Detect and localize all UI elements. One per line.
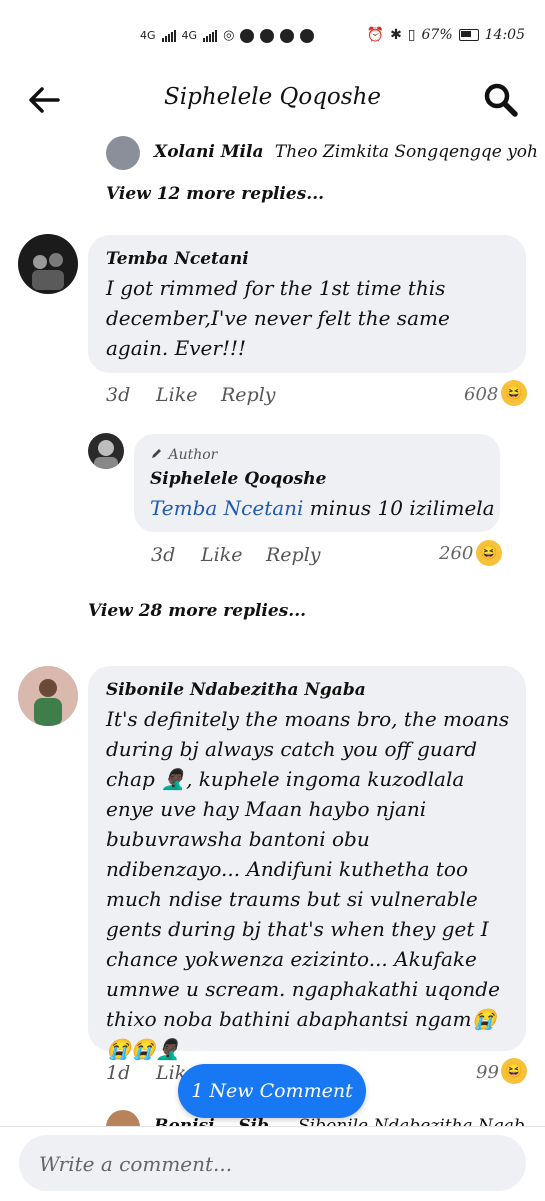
comment-text: It's definitely the moans bro, the moans… [106, 707, 510, 1061]
avatar[interactable] [88, 433, 124, 469]
avatar-photo [32, 253, 64, 290]
pencil-icon [152, 449, 161, 458]
reply-preview-text: Xolani Mila Theo Zimkita Songqengqe yoh … [154, 142, 545, 162]
comment-composer[interactable] [19, 1135, 526, 1193]
comment-input[interactable] [37, 1135, 511, 1193]
reply-preview-row[interactable]: Xolani Mila Theo Zimkita Songqengqe yoh … [104, 134, 545, 170]
avatar-photo [18, 666, 78, 726]
app-header: Siphelele Qoqoshe [0, 70, 545, 130]
reply-text-body: minus 10 izilimela [303, 496, 495, 520]
reply-preview-author: Xolani Mila [154, 142, 264, 162]
status-right-icons: ⏰ ✱ ▯ 67% 14:05 [367, 27, 525, 43]
like-button[interactable]: Like [156, 384, 197, 406]
author-badge: Author [150, 446, 217, 463]
signal-1-icon [161, 29, 176, 42]
bluetooth-icon: ✱ [390, 27, 402, 43]
whatsapp-icon [240, 28, 255, 43]
comment-composer-bar [0, 1126, 545, 1201]
reaction-count[interactable]: 608 [464, 384, 498, 405]
avatar [106, 136, 140, 170]
reply-preview-snippet: Theo Zimkita Songqengqe yoh ... [274, 142, 545, 162]
haha-reaction-icon: 😆 [501, 1058, 527, 1084]
reply-button[interactable]: Reply [221, 384, 276, 406]
hotspot-icon: ◎ [223, 28, 235, 43]
network-1-label: 4G [140, 29, 156, 42]
like-button[interactable]: Like [201, 544, 242, 566]
clock: 14:05 [484, 27, 525, 43]
signal-2-icon [203, 29, 218, 42]
phone-icon [300, 28, 315, 43]
reaction-count[interactable]: 99 [476, 1062, 499, 1083]
avatar[interactable] [18, 234, 78, 294]
comment-text: I got rimmed for the 1st time this decem… [106, 276, 450, 360]
reply-button[interactable]: Reply [266, 544, 321, 566]
status-bar: 4G 4G ◎ ⏰ ✱ ▯ 67% 14:05 [0, 0, 545, 70]
comment-author[interactable]: Temba Ncetani [106, 249, 249, 269]
comment-author[interactable]: Sibonile Ndabezitha Ngaba [106, 680, 366, 700]
reaction-count[interactable]: 260 [439, 543, 473, 564]
avatar-photo [94, 440, 118, 469]
new-comment-button[interactable]: 1 New Comment [178, 1064, 366, 1118]
view-more-replies-2[interactable]: View 28 more replies... [88, 601, 306, 621]
comment-time: 3d [106, 384, 131, 406]
search-button[interactable] [481, 80, 521, 120]
comment-time: 1d [106, 1062, 131, 1084]
alarm-icon: ⏰ [366, 27, 385, 43]
comment-bubble[interactable]: Sibonile Ndabezitha Ngaba It's definitel… [88, 666, 526, 1061]
battery-icon [458, 29, 479, 41]
messenger-icon [280, 28, 295, 43]
reply-time: 3d [151, 544, 176, 566]
avatar [106, 1110, 140, 1126]
search-icon [484, 83, 518, 117]
haha-reaction-icon: 😆 [501, 380, 527, 406]
page-title: Siphelele Qoqoshe [163, 84, 381, 110]
reply-text: Temba Ncetani minus 10 izilimela [150, 496, 495, 520]
haha-reaction-icon: 😆 [476, 540, 502, 566]
vibrate-icon: ▯ [407, 27, 416, 43]
battery-percent: 67% [421, 27, 453, 43]
mention-link[interactable]: Temba Ncetani [150, 496, 303, 520]
avatar[interactable] [18, 666, 78, 726]
status-left-icons: 4G 4G ◎ [140, 28, 315, 43]
facebook-icon [260, 28, 275, 43]
view-more-replies-1[interactable]: View 12 more replies... [106, 184, 324, 204]
author-badge-label: Author [168, 447, 218, 463]
reply-bubble[interactable]: Author Siphelele Qoqoshe Temba Ncetani m… [134, 434, 500, 532]
reply-author[interactable]: Siphelele Qoqoshe [150, 469, 326, 489]
comment-bubble[interactable]: Temba Ncetani I got rimmed for the 1st t… [88, 235, 526, 373]
network-2-label: 4G [181, 29, 198, 42]
